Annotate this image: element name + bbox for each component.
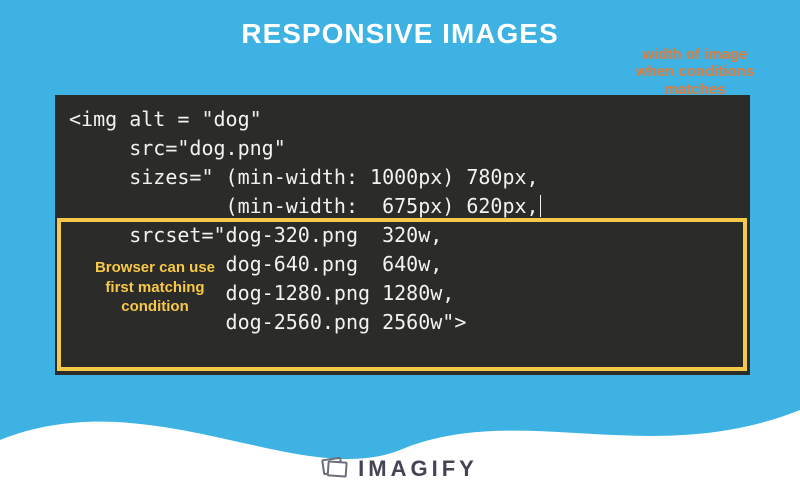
brand-logo: IMAGIFY [322, 456, 478, 482]
wave-divider-icon [0, 380, 800, 500]
code-line: (min-width: 675px) 620px, [69, 192, 736, 221]
brand-logo-text: IMAGIFY [358, 456, 478, 482]
code-line: src="dog.png" [69, 134, 736, 163]
code-line: <img alt = "dog" [69, 105, 736, 134]
imagify-logo-icon [322, 458, 350, 480]
code-line: sizes=" (min-width: 1000px) 780px, [69, 163, 736, 192]
annotation-browser-note: Browser can usefirst matchingcondition [70, 258, 240, 317]
code-block: <img alt = "dog" src="dog.png" sizes=" (… [55, 95, 750, 375]
page-title: RESPONSIVE IMAGES [0, 0, 800, 50]
code-line: srcset="dog-320.png 320w, [69, 221, 736, 250]
text-cursor-icon [540, 195, 541, 217]
annotation-width-match: width of imagewhen conditionsmatches [610, 46, 780, 98]
